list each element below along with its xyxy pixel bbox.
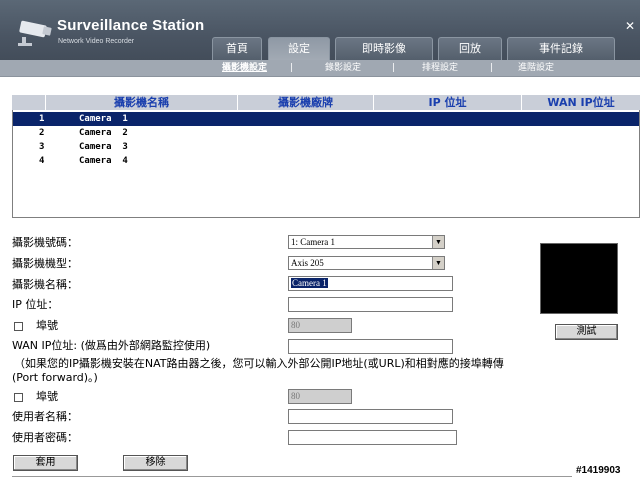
tab-playback[interactable]: 回放 (438, 37, 502, 60)
app-subtitle: Network Video Recorder (58, 38, 135, 45)
bottom-divider (12, 476, 572, 477)
subnav-recording-settings[interactable]: 錄影設定 (325, 62, 361, 75)
subnav-schedule-settings[interactable]: 排程設定 (422, 62, 458, 75)
column-header-camera-brand[interactable]: 攝影機廠牌 (237, 95, 373, 110)
password-input[interactable] (288, 430, 457, 445)
camera-number-select[interactable]: 1: Camera 1 ▼ (288, 235, 445, 249)
column-header-ip-address[interactable]: IP 位址 (373, 95, 521, 110)
table-row[interactable]: 4 Camera 4 (13, 154, 639, 168)
subnav-separator: | (392, 63, 396, 73)
wan-port-label: 埠號 (36, 390, 58, 403)
nat-note-line2: (Port forward)。) (12, 371, 98, 384)
password-label: 使用者密碼： (12, 431, 78, 444)
apply-button[interactable]: 套用 (13, 455, 78, 471)
camera-name: Camera 3 (79, 142, 128, 152)
wan-ip-input[interactable] (288, 339, 453, 354)
app-header: Surveillance Station Network Video Recor… (0, 0, 640, 60)
sub-navigation: 攝影機設定 | 錄影設定 | 排程設定 | 進階設定 (0, 60, 640, 77)
port-input[interactable]: 80 (288, 318, 352, 333)
camera-name: Camera 4 (79, 156, 128, 166)
subnav-advanced-settings[interactable]: 進階設定 (518, 62, 554, 75)
camera-name-input[interactable]: Camera 1 (288, 276, 453, 291)
username-label: 使用者名稱： (12, 410, 78, 423)
camera-model-select[interactable]: Axis 205 ▼ (288, 256, 445, 270)
subnav-separator: | (290, 63, 294, 73)
column-header-camera-name[interactable]: 攝影機名稱 (45, 95, 237, 110)
test-button[interactable]: 測試 (555, 324, 618, 340)
wan-port-checkbox[interactable] (14, 393, 23, 402)
table-row[interactable]: 2 Camera 2 (13, 126, 639, 140)
camera-number: 3 (39, 142, 45, 152)
wan-ip-label: WAN IP位址: (做爲由外部網路監控使用) (12, 339, 211, 352)
nat-note-line1: （如果您的IP攝影機安裝在NAT路由器之後，您可以輸入外部公開IP地址(或URL… (14, 357, 504, 370)
camera-preview (540, 243, 618, 314)
watermark-text: #1419903 (576, 465, 621, 476)
tab-live-view[interactable]: 即時影像 (335, 37, 433, 60)
camera-table-body: 1 Camera 1 2 Camera 2 3 Camera 3 4 Camer… (12, 110, 640, 218)
camera-name: Camera 1 (79, 114, 128, 124)
ip-address-label: IP 位址： (12, 298, 59, 311)
table-row[interactable]: 3 Camera 3 (13, 140, 639, 154)
remove-button[interactable]: 移除 (123, 455, 188, 471)
column-header-index (12, 95, 45, 110)
close-icon[interactable]: ✕ (624, 20, 636, 32)
port-checkbox[interactable] (14, 322, 23, 331)
camera-number-label: 攝影機號碼： (12, 236, 78, 249)
camera-table-header: 攝影機名稱 攝影機廠牌 IP 位址 WAN IP位址 (12, 95, 640, 110)
camera-name: Camera 2 (79, 128, 128, 138)
table-row[interactable]: 1 Camera 1 (13, 112, 639, 126)
chevron-down-icon[interactable]: ▼ (432, 236, 444, 248)
ip-address-input[interactable] (288, 297, 453, 312)
camera-number: 4 (39, 156, 45, 166)
camera-model-label: 攝影機機型： (12, 257, 78, 270)
app-title: Surveillance Station (57, 17, 205, 34)
camera-model-selected-value: Axis 205 (291, 258, 324, 268)
port-label: 埠號 (36, 319, 58, 332)
column-header-wan-ip[interactable]: WAN IP位址 (521, 95, 640, 110)
tab-settings[interactable]: 設定 (268, 37, 330, 60)
subnav-separator: | (490, 63, 494, 73)
camera-number: 2 (39, 128, 45, 138)
tab-home[interactable]: 首頁 (212, 37, 262, 60)
camera-number-selected-value: 1: Camera 1 (291, 237, 335, 247)
subnav-camera-settings[interactable]: 攝影機設定 (222, 62, 267, 75)
chevron-down-icon[interactable]: ▼ (432, 257, 444, 269)
camera-logo-icon (18, 20, 52, 46)
camera-name-value: Camera 1 (291, 278, 328, 288)
camera-number: 1 (39, 114, 45, 124)
tab-event-log[interactable]: 事件記錄 (507, 37, 615, 60)
username-input[interactable] (288, 409, 453, 424)
wan-port-input[interactable]: 80 (288, 389, 352, 404)
camera-name-label: 攝影機名稱： (12, 278, 78, 291)
